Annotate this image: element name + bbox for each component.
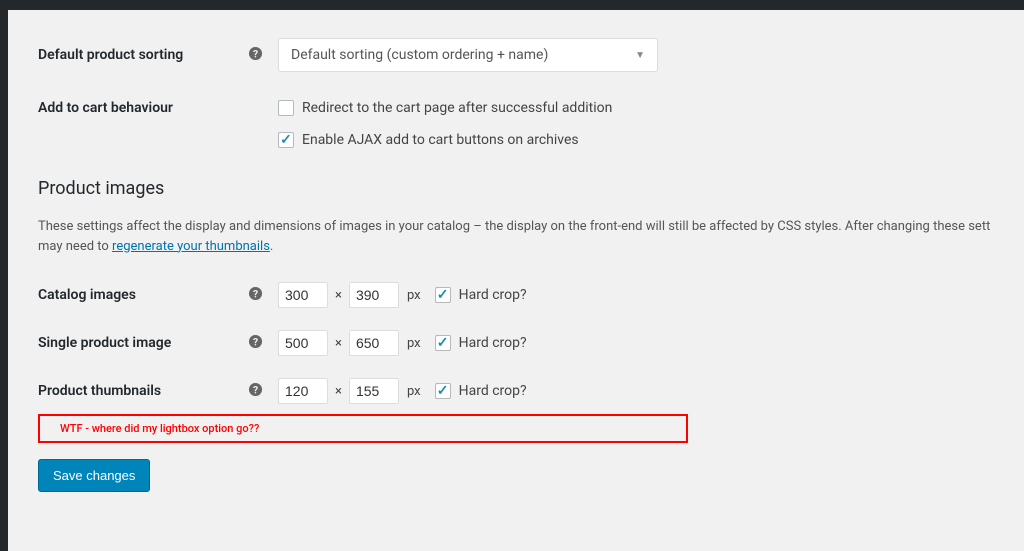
checkmark-icon: ✓ xyxy=(437,336,449,350)
help-icon[interactable]: ? xyxy=(248,382,278,401)
default-sorting-row: Default product sorting ? Default sortin… xyxy=(38,38,1004,72)
single-hardcrop-checkbox[interactable]: ✓ xyxy=(435,335,451,351)
default-sorting-select[interactable]: Default sorting (custom ordering + name)… xyxy=(278,38,658,72)
catalog-hardcrop-label: Hard crop? xyxy=(459,287,527,303)
thumb-hardcrop-label: Hard crop? xyxy=(459,383,527,399)
single-height-input[interactable] xyxy=(349,330,399,356)
thumb-hardcrop-checkbox[interactable]: ✓ xyxy=(435,383,451,399)
catalog-images-row: Catalog images ? × px ✓ Hard crop? xyxy=(38,282,1004,308)
help-icon[interactable]: ? xyxy=(248,46,278,65)
regenerate-thumbnails-link[interactable]: regenerate your thumbnails xyxy=(112,239,270,254)
thumbnails-row: Product thumbnails ? × px ✓ Hard crop? xyxy=(38,378,1004,404)
single-product-row: Single product image ? × px ✓ Hard crop? xyxy=(38,330,1004,356)
admin-sidebar-edge xyxy=(0,10,8,551)
single-product-label: Single product image xyxy=(38,335,248,351)
catalog-hardcrop-checkbox[interactable]: ✓ xyxy=(435,287,451,303)
catalog-width-input[interactable] xyxy=(278,282,328,308)
chevron-down-icon: ▼ xyxy=(635,50,645,61)
catalog-height-input[interactable] xyxy=(349,282,399,308)
checkmark-icon: ✓ xyxy=(437,288,449,302)
times-symbol: × xyxy=(335,336,342,351)
svg-text:?: ? xyxy=(253,335,258,348)
product-images-heading: Product images xyxy=(38,178,1004,199)
catalog-images-label: Catalog images xyxy=(38,287,248,303)
product-images-description: These settings affect the display and di… xyxy=(38,217,1004,256)
redirect-checkbox[interactable] xyxy=(278,100,294,116)
px-label: px xyxy=(407,336,421,351)
checkmark-icon: ✓ xyxy=(437,384,449,398)
help-icon[interactable]: ? xyxy=(248,286,278,305)
checkmark-icon: ✓ xyxy=(280,133,292,147)
add-to-cart-label: Add to cart behaviour xyxy=(38,100,248,116)
times-symbol: × xyxy=(335,288,342,303)
annotation-box: WTF - where did my lightbox option go?? xyxy=(38,414,688,443)
help-icon[interactable]: ? xyxy=(248,334,278,353)
single-width-input[interactable] xyxy=(278,330,328,356)
thumb-width-input[interactable] xyxy=(278,378,328,404)
px-label: px xyxy=(407,384,421,399)
redirect-checkbox-label: Redirect to the cart page after successf… xyxy=(302,100,612,116)
times-symbol: × xyxy=(335,384,342,399)
px-label: px xyxy=(407,288,421,303)
svg-text:?: ? xyxy=(253,383,258,396)
admin-toolbar xyxy=(0,0,1024,10)
redirect-checkbox-row: Redirect to the cart page after successf… xyxy=(278,100,612,116)
thumbnails-label: Product thumbnails xyxy=(38,383,248,399)
svg-text:?: ? xyxy=(253,287,258,300)
thumb-height-input[interactable] xyxy=(349,378,399,404)
ajax-checkbox-row: ✓ Enable AJAX add to cart buttons on arc… xyxy=(278,132,612,148)
ajax-checkbox-label: Enable AJAX add to cart buttons on archi… xyxy=(302,132,579,148)
default-sorting-label: Default product sorting xyxy=(38,47,248,63)
svg-text:?: ? xyxy=(253,47,258,60)
settings-panel: Default product sorting ? Default sortin… xyxy=(8,10,1024,512)
add-to-cart-row: Add to cart behaviour Redirect to the ca… xyxy=(38,100,1004,148)
save-changes-button[interactable]: Save changes xyxy=(38,459,150,492)
annotation-text: WTF - where did my lightbox option go?? xyxy=(60,422,259,435)
ajax-checkbox[interactable]: ✓ xyxy=(278,132,294,148)
select-value: Default sorting (custom ordering + name) xyxy=(291,47,548,63)
single-hardcrop-label: Hard crop? xyxy=(459,335,527,351)
